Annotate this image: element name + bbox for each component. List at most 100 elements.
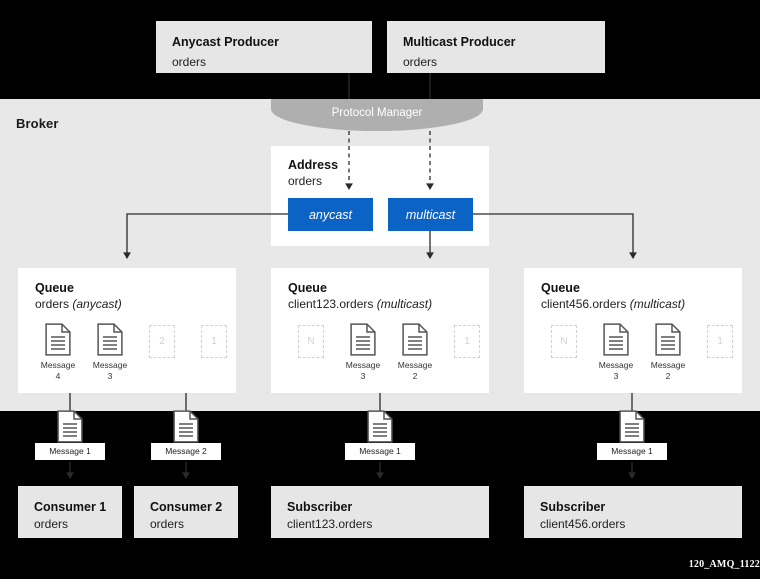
slot-number: 3: [613, 370, 619, 381]
queue-slot-label: Message 3: [93, 360, 128, 381]
queue-slot-placeholder: 2: [136, 323, 188, 358]
delivered-message-4: Message 1: [597, 410, 667, 460]
queue-slot-label: Message 4: [41, 360, 76, 381]
producer-title: Multicast Producer: [403, 35, 516, 49]
queue-slot: Message 3: [337, 323, 389, 381]
message-document-icon: [173, 410, 199, 443]
queue-slot-row: Message 4 Message 3 2 1: [32, 323, 240, 381]
subscriber-client456: Subscriber client456.orders: [524, 486, 742, 538]
slot-word: Message: [92, 360, 128, 370]
queue-name: orders: [35, 297, 70, 311]
queue-slot-label: Message 3: [599, 360, 634, 381]
message-document-icon: [367, 410, 393, 443]
consumer-address: orders: [150, 517, 185, 531]
queue-title: Queue: [288, 281, 327, 295]
delivered-message-2: Message 2: [151, 410, 221, 460]
routing-type-label: multicast: [405, 207, 456, 222]
queue-routing-type: (multicast): [376, 297, 433, 311]
consumer-address: client456.orders: [540, 517, 626, 531]
slot-word: Message: [650, 360, 686, 370]
queue-slot-row: N Message 3 Message 2 1: [285, 323, 493, 381]
queue-slot-label: Message 3: [346, 360, 381, 381]
message-document-icon: [350, 323, 376, 356]
message-document-icon: [619, 410, 645, 443]
consumer-title: Consumer 1: [34, 500, 107, 514]
queue-routing-type: (multicast): [629, 297, 686, 311]
ghost-slot: 2: [149, 325, 175, 358]
slot-number: 4: [55, 370, 61, 381]
subscriber-client123: Subscriber client123.orders: [271, 486, 489, 538]
watermark: 120_AMQ_1122: [688, 559, 760, 570]
queue-slot: Message 3: [84, 323, 136, 381]
ghost-slot: 1: [454, 325, 480, 358]
consumer-title: Consumer 2: [150, 500, 223, 514]
queue-slot-placeholder: N: [285, 323, 337, 358]
queue-name: client456.orders: [541, 297, 627, 311]
message-document-icon: [603, 323, 629, 356]
queue-slot: Message 2: [642, 323, 694, 381]
queue-routing-type: (anycast): [72, 297, 122, 311]
diagram-canvas: Broker Anycast Producer orders Multicast…: [0, 0, 760, 579]
delivered-message-label: Message 1: [345, 443, 415, 460]
consumer-1: Consumer 1 orders: [18, 486, 122, 538]
queue-slot-placeholder: N: [538, 323, 590, 358]
queue-slot-placeholder: 1: [694, 323, 746, 358]
broker-label: Broker: [16, 116, 59, 131]
ghost-slot: N: [298, 325, 324, 358]
slot-number: 3: [360, 370, 366, 381]
message-document-icon: [655, 323, 681, 356]
consumer-title: Subscriber: [540, 500, 606, 514]
queue-client123-multicast: Queue client123.orders (multicast) N Mes…: [271, 268, 489, 393]
routing-type-multicast[interactable]: multicast: [388, 198, 473, 231]
queue-name-line: orders (anycast): [35, 297, 236, 311]
slot-number: 2: [412, 370, 418, 381]
queue-title: Queue: [35, 281, 74, 295]
slot-word: Message: [40, 360, 76, 370]
routing-type-label: anycast: [308, 207, 353, 222]
slot-word: Message: [598, 360, 634, 370]
address-box: Address orders: [271, 146, 489, 246]
slot-word: Message: [345, 360, 381, 370]
ghost-slot: 1: [201, 325, 227, 358]
routing-type-anycast[interactable]: anycast: [288, 198, 373, 231]
queue-slot-label: Message 2: [398, 360, 433, 381]
queue-name-line: client123.orders (multicast): [288, 297, 489, 311]
producer-address: orders: [403, 54, 438, 69]
ghost-slot: N: [551, 325, 577, 358]
message-document-icon: [97, 323, 123, 356]
queue-slot-row: N Message 3 Message 2 1: [538, 323, 746, 381]
queue-orders-anycast: Queue orders (anycast) Message 4 Message…: [18, 268, 236, 393]
delivered-message-label: Message 1: [597, 443, 667, 460]
protocol-manager-label: Protocol Manager: [331, 107, 423, 119]
delivered-message-label: Message 2: [151, 443, 221, 460]
queue-client456-multicast: Queue client456.orders (multicast) N Mes…: [524, 268, 742, 393]
message-document-icon: [45, 323, 71, 356]
queue-title: Queue: [541, 281, 580, 295]
consumer-title: Subscriber: [287, 500, 353, 514]
delivered-message-1: Message 1: [35, 410, 105, 460]
queue-slot: Message 3: [590, 323, 642, 381]
message-document-icon: [57, 410, 83, 443]
producer-address: orders: [172, 54, 207, 69]
producer-multicast: Multicast Producer orders: [387, 21, 605, 73]
slot-number: 3: [107, 370, 113, 381]
producer-anycast: Anycast Producer orders: [156, 21, 372, 73]
address-title: Address: [288, 158, 339, 172]
queue-slot: Message 4: [32, 323, 84, 381]
slot-number: 2: [665, 370, 671, 381]
queue-name-line: client456.orders (multicast): [541, 297, 742, 311]
consumer-2: Consumer 2 orders: [134, 486, 238, 538]
consumer-address: client123.orders: [287, 517, 373, 531]
ghost-slot: 1: [707, 325, 733, 358]
queue-slot-placeholder: 1: [441, 323, 493, 358]
queue-slot: Message 2: [389, 323, 441, 381]
delivered-message-3: Message 1: [345, 410, 415, 460]
delivered-message-label: Message 1: [35, 443, 105, 460]
queue-slot-label: Message 2: [651, 360, 686, 381]
message-document-icon: [402, 323, 428, 356]
producer-title: Anycast Producer: [172, 35, 279, 49]
queue-slot-placeholder: 1: [188, 323, 240, 358]
consumer-address: orders: [34, 517, 69, 531]
queue-name: client123.orders: [288, 297, 374, 311]
address-name: orders: [288, 174, 323, 188]
